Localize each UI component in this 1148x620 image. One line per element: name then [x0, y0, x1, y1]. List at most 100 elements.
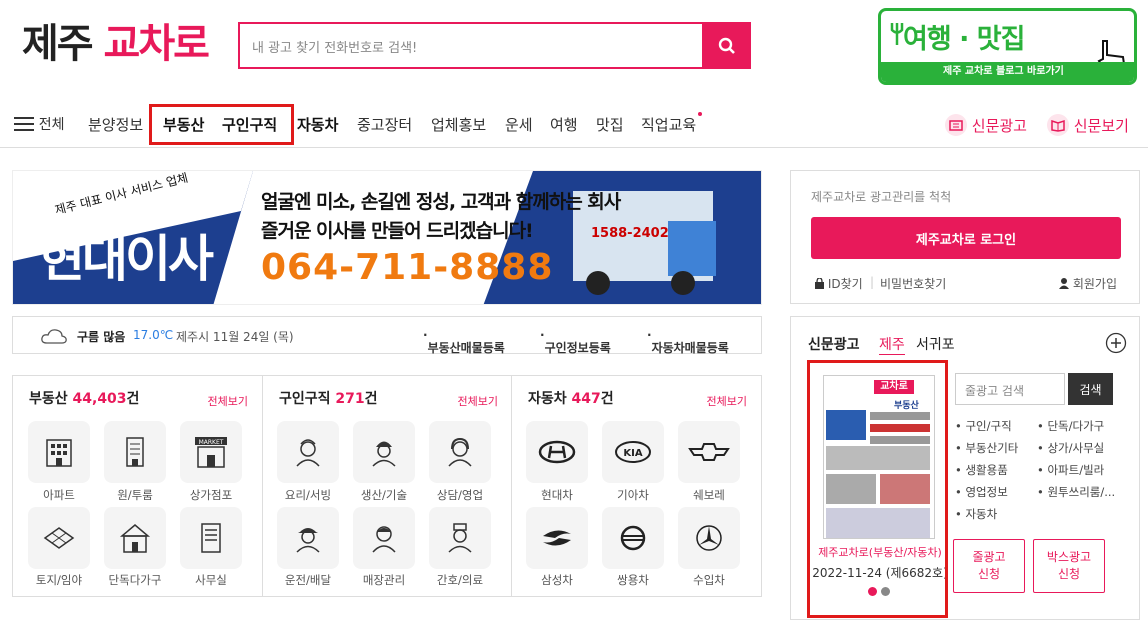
driver-button[interactable]	[277, 507, 339, 569]
register-realestate-link[interactable]: · 부동산매물등록	[423, 328, 505, 355]
login-button[interactable]: 제주교차로 로그인	[811, 217, 1121, 259]
tile-label: 쉐보레	[693, 488, 725, 502]
login-caption: 제주교차로 광고관리를 척척	[811, 190, 952, 204]
newspaper-view-link[interactable]: 신문보기	[1047, 114, 1129, 136]
view-all-link[interactable]: 전체보기	[458, 393, 498, 409]
nav-item-vocational[interactable]: 직업교육	[641, 114, 696, 135]
paper-link[interactable]: • 원투쓰리룸/...	[1037, 484, 1115, 500]
hyundai-moving-ad[interactable]: 제주 대표 이사 서비스 업체 현대이사 얼굴엔 미소, 손길엔 정성, 고객과…	[12, 170, 762, 305]
tab-jeju[interactable]: 제주	[879, 334, 905, 355]
view-all-link[interactable]: 전체보기	[707, 393, 747, 409]
paper-link[interactable]: • 생활용품	[955, 462, 1008, 478]
worker-icon	[372, 441, 396, 467]
weather-bar: 구름 많음 17.0℃ 제주시 11월 24일 (목) · 부동산매물등록 · …	[12, 316, 762, 355]
chevrolet-icon	[688, 443, 730, 461]
worker-button[interactable]	[353, 421, 415, 483]
paper-link-label: 단독/다가구	[1047, 419, 1105, 433]
newspaper-icon	[945, 114, 967, 136]
nurse-button[interactable]	[429, 507, 491, 569]
user-icon	[1059, 278, 1069, 289]
register-jobs-link[interactable]: · 구인정보등록	[540, 328, 611, 355]
highlight-box	[149, 104, 294, 145]
search-input[interactable]: 내 광고 찾기 전화번호로 검색!	[252, 37, 417, 56]
paper-link[interactable]: • 구인/구직	[955, 418, 1012, 434]
oneroom-button[interactable]	[104, 421, 166, 483]
paper-link[interactable]: • 아파트/빌라	[1037, 462, 1104, 478]
tile-label: 매장관리	[362, 573, 406, 587]
office-button[interactable]	[180, 507, 242, 569]
chevrolet-button[interactable]	[678, 421, 740, 483]
newspaper-ad-link[interactable]: 신문광고	[945, 114, 1027, 136]
office-icon	[201, 523, 221, 553]
hamburger-icon	[14, 117, 34, 131]
hyundai-button[interactable]	[526, 421, 588, 483]
find-id-label: ID찾기	[827, 277, 863, 291]
newspaper-ad-label: 신문광고	[971, 117, 1027, 135]
category-unit: 건	[126, 391, 140, 407]
clerk-button[interactable]	[353, 507, 415, 569]
ssangyong-icon	[620, 525, 646, 551]
promo-title: 여행 · 맛집	[903, 24, 1025, 55]
paper-link[interactable]: • 자동차	[955, 506, 997, 522]
mercedes-icon	[696, 525, 722, 551]
house-button[interactable]	[104, 507, 166, 569]
register-cars-link[interactable]: · 자동차매물등록	[647, 328, 729, 355]
site-logo[interactable]: 제주 교차로	[22, 20, 210, 68]
nav-item-travel[interactable]: 여행	[550, 114, 578, 135]
imported-button[interactable]	[678, 507, 740, 569]
search-box[interactable]: 내 광고 찾기 전화번호로 검색!	[238, 22, 751, 69]
nurse-icon	[448, 523, 472, 553]
search-icon	[718, 37, 735, 54]
paper-link[interactable]: • 부동산기타	[955, 440, 1018, 456]
search-button[interactable]	[702, 22, 751, 69]
paper-link-label: 구인/구직	[965, 419, 1012, 433]
nav-item-cars[interactable]: 자동차	[297, 114, 338, 135]
category-count: 447	[571, 391, 601, 407]
logo-name: 교차로	[103, 21, 210, 67]
agent-button[interactable]	[429, 421, 491, 483]
nav-item-fortune[interactable]: 운세	[505, 114, 533, 135]
cook-button[interactable]	[277, 421, 339, 483]
main-nav: 전체 분양정보 부동산 구인구직 자동차 중고장터 업체홍보 운세 여행 맛집 …	[0, 104, 1148, 148]
join-link[interactable]: 회원가입	[1059, 275, 1117, 292]
highlight-box	[807, 360, 948, 618]
nav-item-business[interactable]: 업체홍보	[431, 114, 486, 135]
category-title: 부동산	[29, 391, 68, 407]
line-ad-apply-button[interactable]: 줄광고 신청	[953, 539, 1025, 593]
ad-phone: 064-711-8888	[261, 247, 554, 288]
all-menu-button[interactable]: 전체	[14, 114, 65, 134]
paper-link[interactable]: • 영업정보	[955, 484, 1008, 500]
category-title: 구인구직	[279, 391, 331, 407]
ssangyong-button[interactable]	[602, 507, 664, 569]
join-label: 회원가입	[1072, 277, 1117, 291]
nav-item-food[interactable]: 맛집	[596, 114, 624, 135]
land-button[interactable]	[28, 507, 90, 569]
tile-label: 생산/기술	[360, 488, 408, 502]
svg-text:KIA: KIA	[623, 448, 642, 459]
classified-search-button[interactable]: 검색	[1068, 373, 1113, 405]
promo-subtitle: 제주 교차로 블로그 바로가기	[881, 62, 1134, 82]
paper-link[interactable]: • 단독/다가구	[1037, 418, 1104, 434]
travel-food-blog-banner[interactable]: 여행 · 맛집 제주 교차로 블로그 바로가기	[878, 8, 1137, 85]
view-all-link[interactable]: 전체보기	[208, 393, 248, 409]
paper-link[interactable]: • 상가/사무실	[1037, 440, 1104, 456]
weather-temp: 17.0℃	[133, 328, 174, 342]
paper-link-label: 부동산기타	[965, 441, 1019, 455]
kia-button[interactable]: KIA	[602, 421, 664, 483]
find-password-link[interactable]: 비밀번호찾기	[880, 275, 946, 292]
samsung-button[interactable]	[526, 507, 588, 569]
cook-icon	[296, 439, 320, 467]
paper-link-label: 상가/사무실	[1047, 441, 1105, 455]
nav-item-presale[interactable]: 분양정보	[88, 114, 143, 135]
apartment-button[interactable]	[28, 421, 90, 483]
classified-search-input[interactable]: 줄광고 검색	[955, 373, 1065, 405]
nav-item-used-market[interactable]: 중고장터	[357, 114, 412, 135]
market-icon: MARKET	[195, 437, 227, 468]
plus-icon[interactable]	[1105, 332, 1127, 354]
tab-seogwipo[interactable]: 서귀포	[916, 334, 955, 354]
find-id-link[interactable]: ID찾기	[815, 275, 863, 292]
box-ad-apply-button[interactable]: 박스광고 신청	[1033, 539, 1105, 593]
ad-line2: 즐거운 이사를 만들어 드리겠습니다!	[261, 220, 534, 242]
store-button[interactable]: MARKET	[180, 421, 242, 483]
new-dot	[698, 112, 702, 116]
